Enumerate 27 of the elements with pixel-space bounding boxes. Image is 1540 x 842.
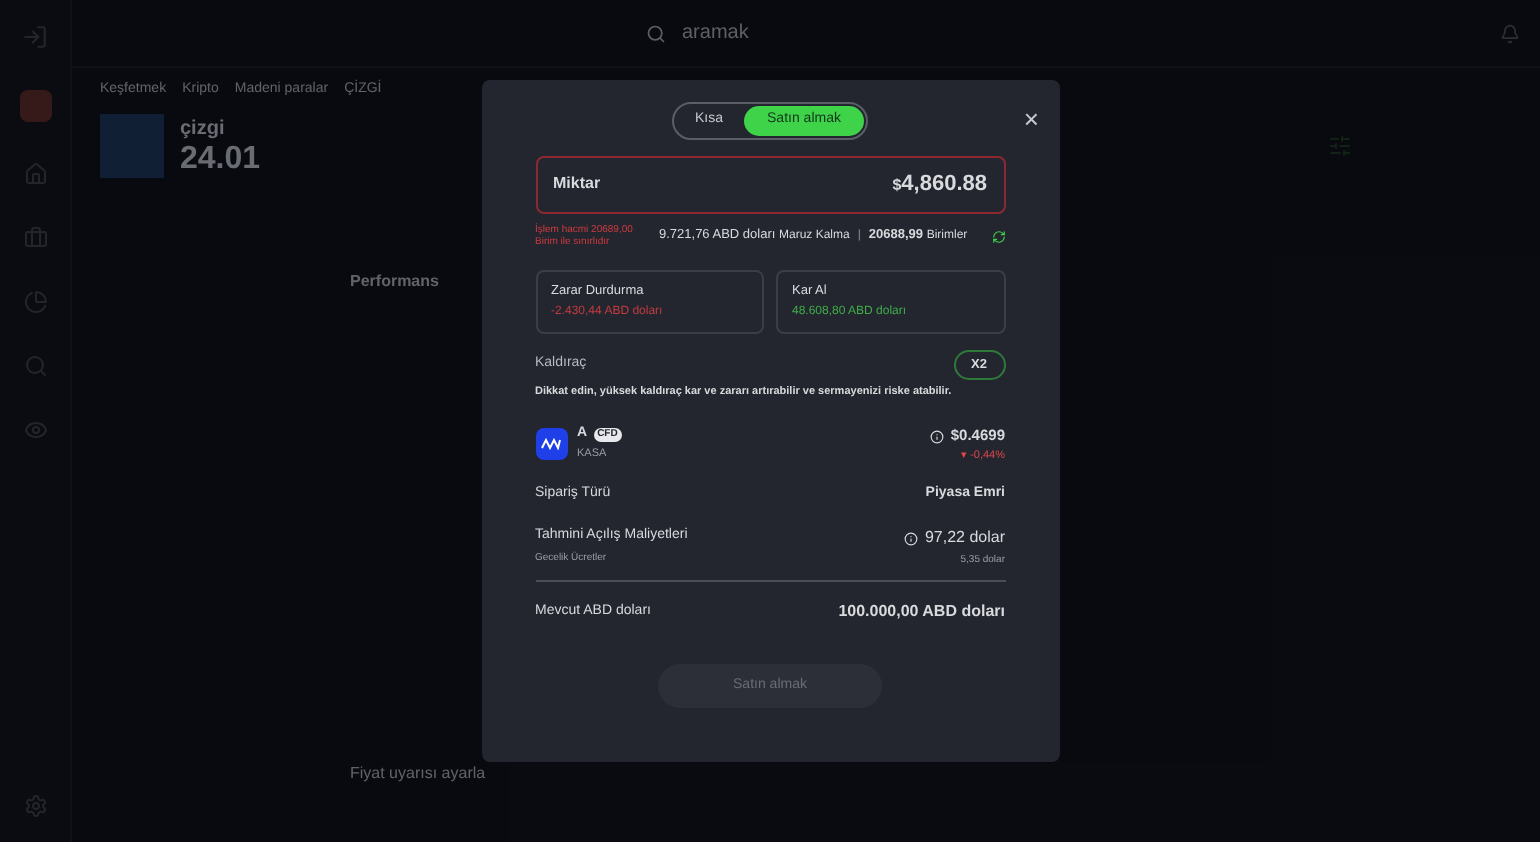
available-value: 100.000,00 ABD doları: [838, 599, 1005, 624]
amount-value: $4,860.88: [892, 169, 987, 200]
swap-icon[interactable]: [991, 229, 1005, 243]
search-icon: [646, 23, 666, 43]
home-icon[interactable]: [23, 162, 47, 186]
pie-chart-icon[interactable]: [23, 290, 47, 314]
search-placeholder: aramak: [682, 20, 749, 48]
filter-icon[interactable]: [1328, 133, 1352, 157]
coin-logo: [100, 113, 164, 177]
exit-icon[interactable]: [22, 24, 48, 50]
info-icon[interactable]: [930, 429, 945, 444]
info-icon[interactable]: [904, 531, 919, 546]
asset-price: 24.01: [180, 144, 261, 176]
eye-icon[interactable]: [23, 418, 47, 442]
briefcase-icon[interactable]: [23, 226, 47, 250]
settings-icon[interactable]: [23, 794, 47, 818]
costs-value: 97,22 dolar: [924, 526, 1005, 551]
bell-icon[interactable]: [1500, 24, 1520, 44]
wave-logo-icon: [540, 437, 562, 450]
amount-label: Miktar: [553, 172, 601, 196]
section-title: Performans: [350, 269, 439, 293]
asset-name: çizgi: [180, 116, 227, 144]
amount-field[interactable]: Miktar $4,860.88: [535, 155, 1005, 213]
close-button[interactable]: ×: [1023, 106, 1039, 132]
avatar[interactable]: [19, 90, 51, 122]
search-icon[interactable]: [23, 354, 47, 378]
section-title: Fiyat uyarısı ayarla: [350, 761, 486, 785]
